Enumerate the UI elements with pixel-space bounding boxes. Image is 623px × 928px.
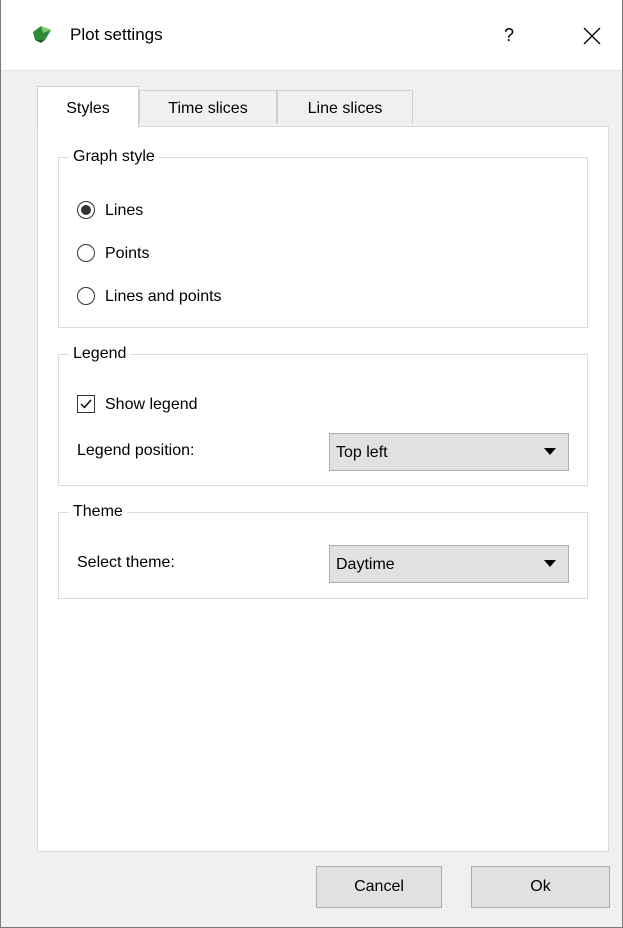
radio-lines-button[interactable] bbox=[77, 201, 95, 219]
legend-group: Legend Show legend Legend position: Top … bbox=[58, 342, 588, 486]
select-theme-label: Select theme: bbox=[77, 554, 175, 571]
graph-style-title: Graph style bbox=[69, 145, 159, 169]
legend-title: Legend bbox=[69, 342, 131, 366]
legend-position-select[interactable]: Top left bbox=[329, 433, 569, 471]
chevron-down-icon bbox=[544, 560, 556, 567]
legend-position-value: Top left bbox=[336, 444, 388, 461]
radio-points-label: Points bbox=[105, 245, 150, 262]
chevron-down-icon bbox=[544, 448, 556, 455]
theme-select[interactable]: Daytime bbox=[329, 545, 569, 583]
radio-points-button[interactable] bbox=[77, 244, 95, 262]
help-button[interactable]: ? bbox=[481, 16, 537, 54]
theme-group: Theme Select theme: Daytime bbox=[58, 500, 588, 599]
plot-settings-dialog: Plot settings ? Styles Time slices Line … bbox=[0, 0, 623, 928]
checkmark-icon bbox=[80, 399, 92, 409]
close-icon bbox=[583, 27, 601, 45]
show-legend-label: Show legend bbox=[105, 396, 198, 413]
graph-style-group: Graph style Lines Points Lines and point… bbox=[58, 145, 588, 328]
styles-tab-pane: Graph style Lines Points Lines and point… bbox=[37, 126, 609, 852]
theme-title: Theme bbox=[69, 500, 127, 524]
tab-time-slices[interactable]: Time slices bbox=[139, 90, 277, 124]
tab-styles[interactable]: Styles bbox=[37, 86, 139, 128]
app-icon bbox=[33, 26, 51, 43]
tab-styles-label: Styles bbox=[66, 100, 110, 117]
radio-lines-label: Lines bbox=[105, 202, 144, 219]
tab-time-slices-label: Time slices bbox=[168, 100, 248, 117]
ok-button-label: Ok bbox=[530, 878, 551, 895]
tab-line-slices-label: Line slices bbox=[307, 100, 383, 117]
window-title: Plot settings bbox=[70, 25, 163, 44]
cancel-button-label: Cancel bbox=[354, 878, 404, 895]
ok-button[interactable]: Ok bbox=[471, 866, 610, 908]
title-bar: Plot settings ? bbox=[1, 0, 622, 71]
cancel-button[interactable]: Cancel bbox=[316, 866, 442, 908]
radio-lines-and-points-label: Lines and points bbox=[105, 288, 222, 305]
tab-line-slices[interactable]: Line slices bbox=[277, 90, 413, 124]
theme-value: Daytime bbox=[336, 556, 395, 573]
radio-lines-and-points-button[interactable] bbox=[77, 287, 95, 305]
legend-position-label: Legend position: bbox=[77, 442, 195, 459]
close-button[interactable] bbox=[564, 18, 620, 54]
show-legend-checkbox[interactable] bbox=[77, 395, 95, 413]
help-icon: ? bbox=[503, 25, 514, 45]
